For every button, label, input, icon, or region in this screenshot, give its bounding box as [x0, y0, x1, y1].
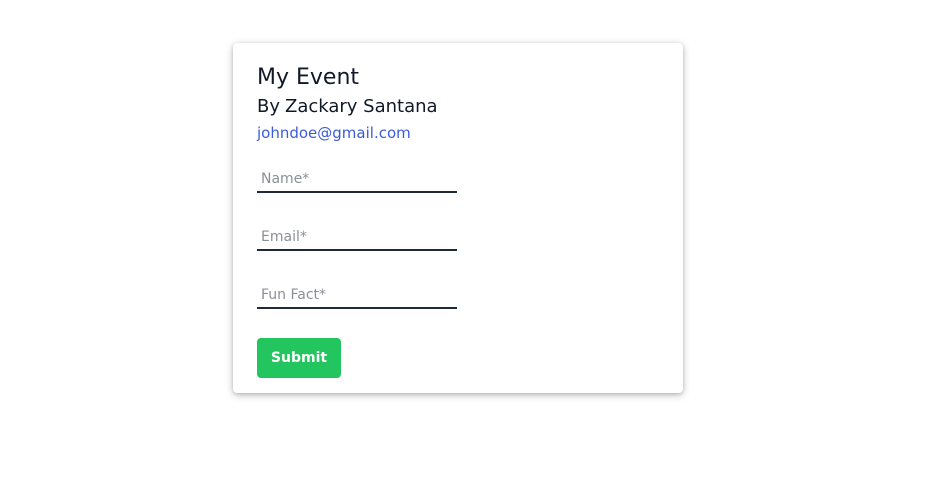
fun-fact-input[interactable] — [257, 283, 457, 309]
event-author: By Zackary Santana — [257, 95, 438, 119]
author-prefix: By — [257, 96, 281, 117]
page: My Event By Zackary Santana johndoe@gmail… — [0, 0, 939, 490]
event-title: My Event — [257, 65, 360, 90]
submit-button[interactable]: Submit — [257, 338, 341, 378]
email-input[interactable] — [257, 225, 457, 251]
name-input[interactable] — [257, 167, 457, 193]
contact-email-link[interactable]: johndoe@gmail.com — [257, 123, 411, 143]
event-card: My Event By Zackary Santana johndoe@gmail… — [233, 43, 683, 393]
author-name: Zackary Santana — [285, 96, 438, 117]
